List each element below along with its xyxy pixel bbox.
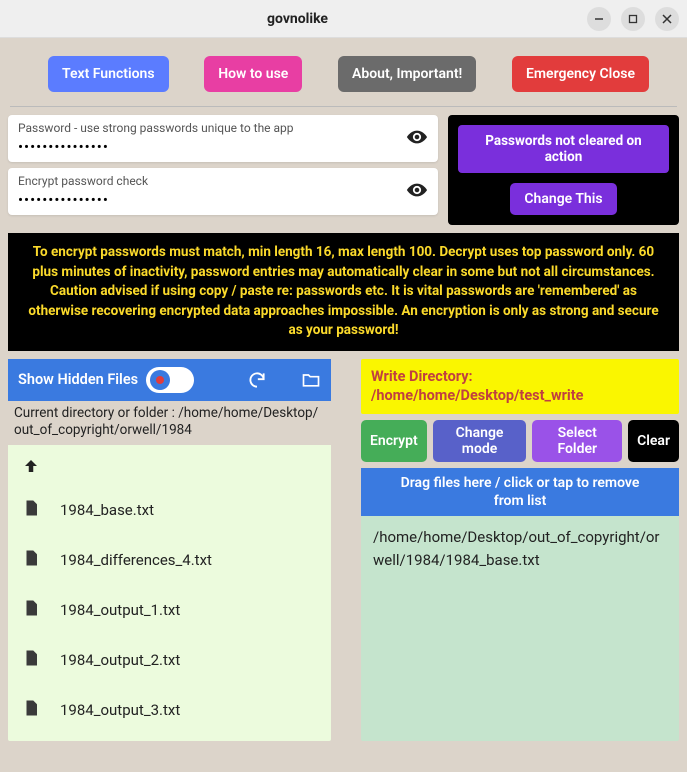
password-1-label: Password - use strong passwords unique t… xyxy=(18,121,428,135)
password-2-label: Encrypt password check xyxy=(18,174,428,188)
warning-box: To encrypt passwords must match, min len… xyxy=(8,233,679,351)
write-directory-label: Write Directory: /home/home/Desktop/test… xyxy=(361,359,679,414)
file-item[interactable]: 1984_output_3.txt xyxy=(14,685,331,735)
top-button-row: Text Functions How to use About, Importa… xyxy=(8,46,679,102)
current-directory-label: Current directory or folder : /home/home… xyxy=(8,401,331,446)
text-functions-button[interactable]: Text Functions xyxy=(48,56,169,92)
titlebar: govnolike xyxy=(0,0,687,38)
password-1-value: ••••••••••••••• xyxy=(18,138,428,156)
file-name: 1984_base.txt xyxy=(60,501,154,519)
emergency-close-button[interactable]: Emergency Close xyxy=(512,56,649,92)
password-side-panel: Passwords not cleared on action Change T… xyxy=(448,115,679,225)
file-browser-pane: Show Hidden Files Current directory or f… xyxy=(8,359,331,742)
file-item[interactable]: 1984_differences_4.txt xyxy=(14,535,331,585)
change-mode-button[interactable]: Change mode xyxy=(433,420,527,462)
main-row: Show Hidden Files Current directory or f… xyxy=(8,359,679,742)
file-list: 1984_base.txt 1984_differences_4.txt 1984_… xyxy=(8,445,331,741)
select-folder-button[interactable]: Select Folder xyxy=(532,420,622,462)
file-name: 1984_differences_4.txt xyxy=(60,551,212,569)
file-icon xyxy=(22,597,40,623)
eye-icon[interactable] xyxy=(406,179,428,205)
drop-area[interactable]: Drag files here / click or tap to remove… xyxy=(361,468,679,741)
how-to-use-button[interactable]: How to use xyxy=(204,56,302,92)
window-title: govnolike xyxy=(8,11,587,27)
file-item[interactable]: 1984_output_1.txt xyxy=(14,585,331,635)
action-button-row: Encrypt Change mode Select Folder Clear xyxy=(361,420,679,462)
file-icon xyxy=(22,697,40,723)
eye-icon[interactable] xyxy=(406,126,428,152)
dropped-file-item[interactable]: /home/home/Desktop/out_of_copyright/orwe… xyxy=(361,516,679,581)
file-name: 1984_output_2.txt xyxy=(60,651,180,669)
right-pane: Write Directory: /home/home/Desktop/test… xyxy=(361,359,679,742)
file-item[interactable]: 1984_base.txt xyxy=(14,485,331,535)
minimize-button[interactable] xyxy=(587,7,611,31)
file-item[interactable]: 1984_output_2.txt xyxy=(14,635,331,685)
password-fields: Password - use strong passwords unique t… xyxy=(8,115,438,225)
password-2-value: ••••••••••••••• xyxy=(18,191,428,209)
show-hidden-toggle[interactable] xyxy=(146,367,194,393)
divider xyxy=(10,106,677,107)
folder-icon[interactable] xyxy=(301,370,321,390)
close-button[interactable] xyxy=(655,7,679,31)
parent-dir-button[interactable] xyxy=(14,451,331,485)
file-name: 1984_output_1.txt xyxy=(60,601,180,619)
refresh-icon[interactable] xyxy=(247,370,267,390)
file-name: 1984_output_3.txt xyxy=(60,701,180,719)
file-icon xyxy=(22,497,40,523)
show-hidden-label: Show Hidden Files xyxy=(18,371,138,388)
change-this-button[interactable]: Change This xyxy=(510,183,616,215)
password-field-1[interactable]: Password - use strong passwords unique t… xyxy=(8,115,438,162)
file-icon xyxy=(22,647,40,673)
clear-button[interactable]: Clear xyxy=(628,420,679,462)
drop-area-header: Drag files here / click or tap to remove… xyxy=(361,468,679,516)
file-browser-header: Show Hidden Files xyxy=(8,359,331,401)
file-icon xyxy=(22,547,40,573)
app-content: Text Functions How to use About, Importa… xyxy=(0,38,687,772)
password-field-2[interactable]: Encrypt password check ••••••••••••••• xyxy=(8,168,438,215)
window-controls xyxy=(587,7,679,31)
encrypt-button[interactable]: Encrypt xyxy=(361,420,427,462)
password-row: Password - use strong passwords unique t… xyxy=(8,115,679,225)
about-button[interactable]: About, Important! xyxy=(338,56,476,92)
password-notice: Passwords not cleared on action xyxy=(458,125,669,173)
maximize-button[interactable] xyxy=(621,7,645,31)
